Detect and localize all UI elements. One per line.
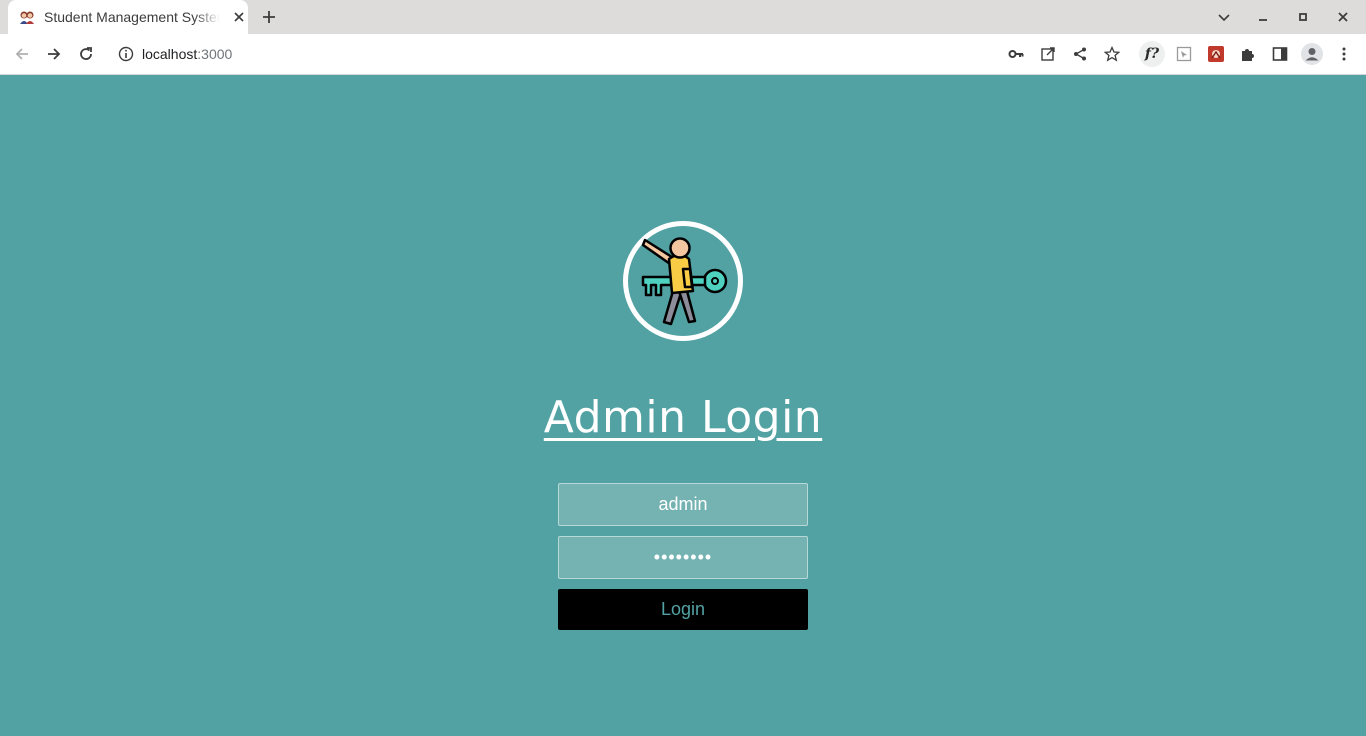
red-ext-icon[interactable] bbox=[1208, 46, 1224, 62]
chevron-down-icon[interactable] bbox=[1217, 10, 1231, 24]
puzzle-icon[interactable] bbox=[1240, 46, 1256, 62]
tab-title: Student Management System bbox=[44, 9, 220, 25]
sidepanel-icon[interactable] bbox=[1272, 46, 1288, 62]
reload-icon[interactable] bbox=[78, 46, 94, 62]
url-port: :3000 bbox=[197, 46, 233, 62]
menu-icon[interactable] bbox=[1336, 46, 1352, 62]
browser-tab[interactable]: Student Management System bbox=[8, 0, 248, 34]
address-bar[interactable]: localhost:3000 bbox=[108, 38, 1130, 70]
forward-icon[interactable] bbox=[46, 46, 62, 62]
font-ext-icon[interactable]: f? bbox=[1139, 41, 1165, 67]
students-favicon bbox=[20, 11, 34, 24]
cursor-ext-icon[interactable] bbox=[1176, 46, 1192, 62]
minimize-icon[interactable] bbox=[1256, 10, 1270, 24]
plus-icon[interactable] bbox=[261, 9, 277, 25]
url-text: localhost:3000 bbox=[142, 46, 232, 62]
username-input[interactable] bbox=[558, 483, 808, 526]
password-input[interactable] bbox=[558, 536, 808, 579]
url-host: localhost bbox=[142, 46, 198, 62]
share-icon[interactable] bbox=[1072, 46, 1088, 62]
login-button[interactable]: Login bbox=[558, 589, 808, 630]
close-tab-icon[interactable] bbox=[232, 10, 246, 24]
profile-icon[interactable] bbox=[1301, 43, 1323, 65]
info-icon[interactable] bbox=[118, 46, 134, 62]
page-title: Admin Login bbox=[543, 392, 823, 443]
star-icon[interactable] bbox=[1104, 46, 1120, 62]
maximize-icon[interactable] bbox=[1296, 10, 1310, 24]
tab-strip: Student Management System bbox=[0, 0, 1366, 34]
open-external-icon[interactable] bbox=[1040, 46, 1056, 62]
close-icon[interactable] bbox=[1336, 10, 1350, 24]
back-icon[interactable] bbox=[14, 46, 30, 62]
key-icon[interactable] bbox=[1008, 46, 1024, 62]
person-with-key-icon bbox=[623, 221, 743, 341]
